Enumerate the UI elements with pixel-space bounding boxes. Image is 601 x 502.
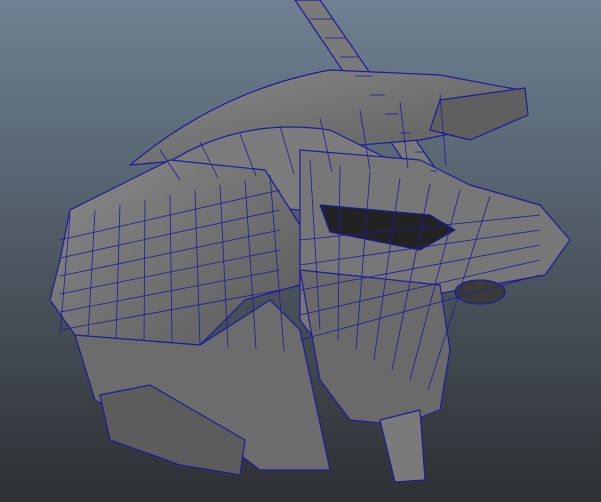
side-disk [454,279,506,305]
3d-viewport[interactable] [0,0,601,502]
scene [0,0,601,502]
